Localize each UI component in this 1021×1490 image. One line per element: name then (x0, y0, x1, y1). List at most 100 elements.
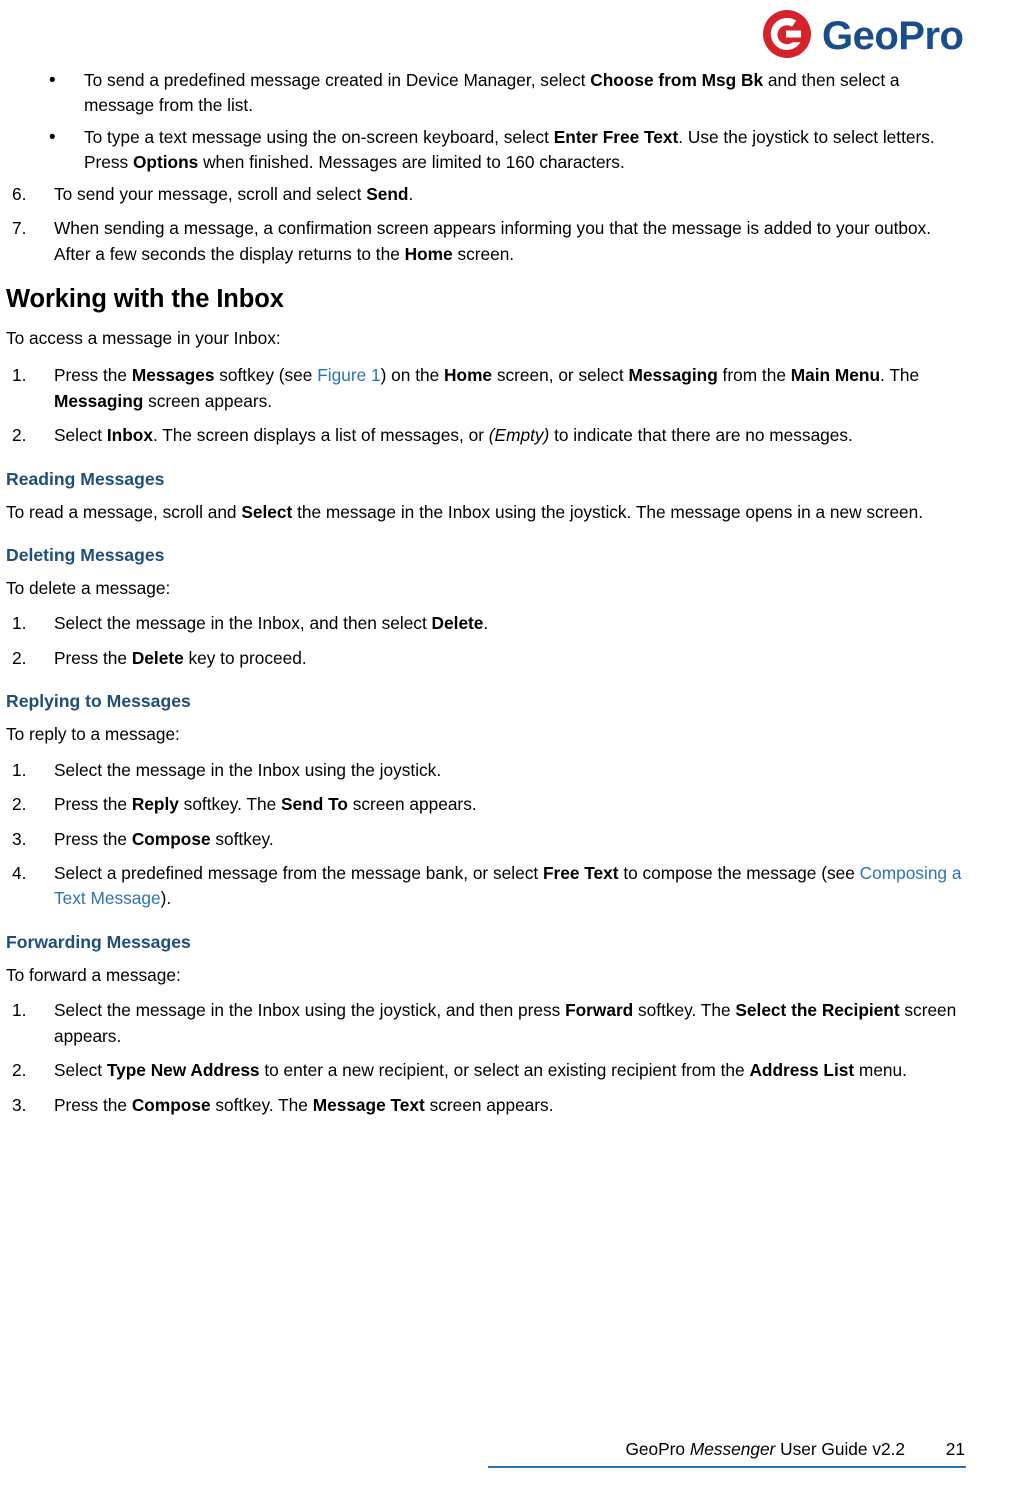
text-run: Select the message in the Inbox using th… (54, 1000, 566, 1021)
footer-title-part2: User Guide v2.2 (775, 1439, 905, 1459)
emphasis-bold: Compose (131, 1094, 211, 1115)
top-numbered-list: 6. To send your message, scroll and selec… (6, 182, 966, 267)
list-number: 1. (12, 613, 27, 634)
emphasis-bold: Messaging (54, 390, 144, 411)
list-number: 2. (12, 425, 27, 446)
text-run: . (483, 613, 489, 634)
cross-reference-link[interactable]: Figure 1 (317, 365, 380, 385)
text-run: To read a message, scroll and (6, 501, 242, 522)
list-number: 3. (12, 1094, 27, 1115)
list-text: Select Inbox. The screen displays a list… (54, 425, 853, 445)
emphasis-bold: Choose from Msg Bk (590, 70, 764, 90)
emphasis-bold: Forward (565, 1000, 634, 1021)
text-run: screen, or select (492, 365, 629, 386)
reading-messages-text: To read a message, scroll and Select the… (6, 500, 966, 525)
list-number: 1. (12, 1000, 27, 1021)
list-item: 2. Select Type New Address to enter a new… (6, 1058, 966, 1083)
text-run: . The screen displays a list of messages… (152, 425, 489, 446)
text-run: Select (54, 1060, 107, 1081)
list-item: 3. Press the Compose softkey. (6, 827, 966, 852)
geopro-logo-svg: GeoPro (763, 10, 964, 58)
text-run: Select the message in the Inbox, and the… (54, 613, 432, 634)
forwarding-lead-text: To forward a message: (6, 964, 181, 985)
forwarding-steps-list: 1. Select the message in the Inbox using … (6, 998, 966, 1118)
text-run: to compose the message (see (618, 863, 860, 884)
svg-text:GeoPro: GeoPro (822, 14, 963, 58)
text-run: screen appears. (424, 1094, 554, 1115)
emphasis-bold: Free Text (542, 863, 619, 884)
footer-title-part1: GeoPro (625, 1439, 690, 1459)
emphasis-bold: Inbox (106, 425, 153, 446)
emphasis-bold: Home (444, 365, 493, 386)
list-item: 1. Select the message in the Inbox using … (6, 998, 966, 1049)
list-number: 2. (12, 647, 27, 668)
footer-title: GeoPro Messenger User Guide v2.2 (625, 1439, 905, 1460)
list-item: 2. Select Inbox. The screen displays a li… (6, 423, 966, 448)
subsection-heading-deleting-messages: Deleting Messages (6, 545, 165, 566)
list-text: Press the Compose softkey. The Message T… (54, 1095, 554, 1115)
list-text: Select the message in the Inbox using th… (54, 760, 441, 780)
list-text: Select the message in the Inbox, and the… (54, 613, 488, 633)
emphasis-bold: Messaging (628, 365, 718, 386)
list-text: To send your message, scroll and select … (54, 184, 413, 204)
text-run: screen appears. (347, 794, 477, 815)
text-run: To send a predefined message created in … (84, 70, 591, 90)
subsection-heading-forwarding-messages: Forwarding Messages (6, 931, 191, 952)
replying-steps-list: 1. Select the message in the Inbox using … (6, 758, 966, 912)
emphasis-bold: Delete (431, 613, 484, 634)
list-item: 1. Select the message in the Inbox using … (6, 758, 966, 783)
text-run: Press the (54, 794, 132, 815)
list-number: 7. (12, 218, 27, 239)
text-run: Press the (54, 828, 132, 849)
top-bullet-list: To send a predefined message created in … (6, 67, 966, 176)
text-run: Press the (54, 647, 132, 668)
inbox-steps-list: 1. Press the Messages softkey (see Figure… (6, 363, 966, 448)
list-number: 1. (12, 365, 27, 386)
text-run: the message in the Inbox using the joyst… (292, 501, 924, 522)
text-run: Select (54, 425, 107, 446)
footer-page-number: 21 (945, 1439, 965, 1459)
text-run: screen appears. (143, 390, 273, 411)
list-item: 2. Press the Reply softkey. The Send To s… (6, 792, 966, 817)
text-run: screen. (452, 243, 515, 264)
deleting-lead-text: To delete a message: (6, 578, 171, 599)
list-item: 4. Select a predefined message from the m… (6, 861, 966, 912)
list-text: When sending a message, a confirmation s… (54, 218, 931, 263)
list-text: Select a predefined message from the mes… (54, 863, 961, 908)
list-number: 1. (12, 759, 27, 780)
document-content: To send a predefined message created in … (6, 67, 966, 1127)
list-item: 1. Press the Messages softkey (see Figure… (6, 363, 966, 414)
text-run: from the (717, 365, 791, 386)
list-number: 3. (12, 828, 27, 849)
text-run: Select the message in the Inbox using th… (54, 759, 442, 780)
emphasis-bold: Send To (281, 794, 348, 815)
emphasis-bold: Options (132, 152, 199, 173)
emphasis-italic: (Empty) (488, 425, 550, 446)
emphasis-bold: Select (241, 501, 293, 522)
emphasis-bold: Messages (131, 365, 215, 386)
text-run: softkey. The (178, 794, 282, 815)
list-text: Select Type New Address to enter a new r… (54, 1060, 907, 1080)
emphasis-bold: Type New Address (106, 1060, 260, 1081)
footer-divider (488, 1466, 966, 1468)
text-run: menu. (854, 1060, 907, 1081)
section-heading-working-with-the-inbox: Working with the Inbox (6, 284, 284, 313)
list-item: 6. To send your message, scroll and selec… (6, 182, 966, 207)
text-run: key to proceed. (183, 647, 307, 668)
list-item: 1. Select the message in the Inbox, and t… (6, 611, 966, 636)
emphasis-bold: Message Text (312, 1094, 425, 1115)
list-item: To type a text message using the on-scre… (6, 124, 966, 176)
geopro-logo: GeoPro (757, 6, 1007, 62)
text-run: softkey (see (214, 365, 318, 386)
text-run: To send your message, scroll and select (54, 183, 367, 204)
list-number: 6. (12, 183, 27, 204)
emphasis-bold: Reply (131, 794, 179, 815)
emphasis-bold: Home (404, 243, 453, 264)
text-run: Press the (54, 1094, 132, 1115)
text-run: Press the (54, 365, 132, 386)
emphasis-bold: Address List (749, 1060, 855, 1081)
text-run: when finished. Messages are limited to 1… (198, 152, 625, 173)
list-number: 2. (12, 794, 27, 815)
text-run: to enter a new recipient, or select an e… (259, 1060, 750, 1081)
list-item: 2. Press the Delete key to proceed. (6, 646, 966, 671)
